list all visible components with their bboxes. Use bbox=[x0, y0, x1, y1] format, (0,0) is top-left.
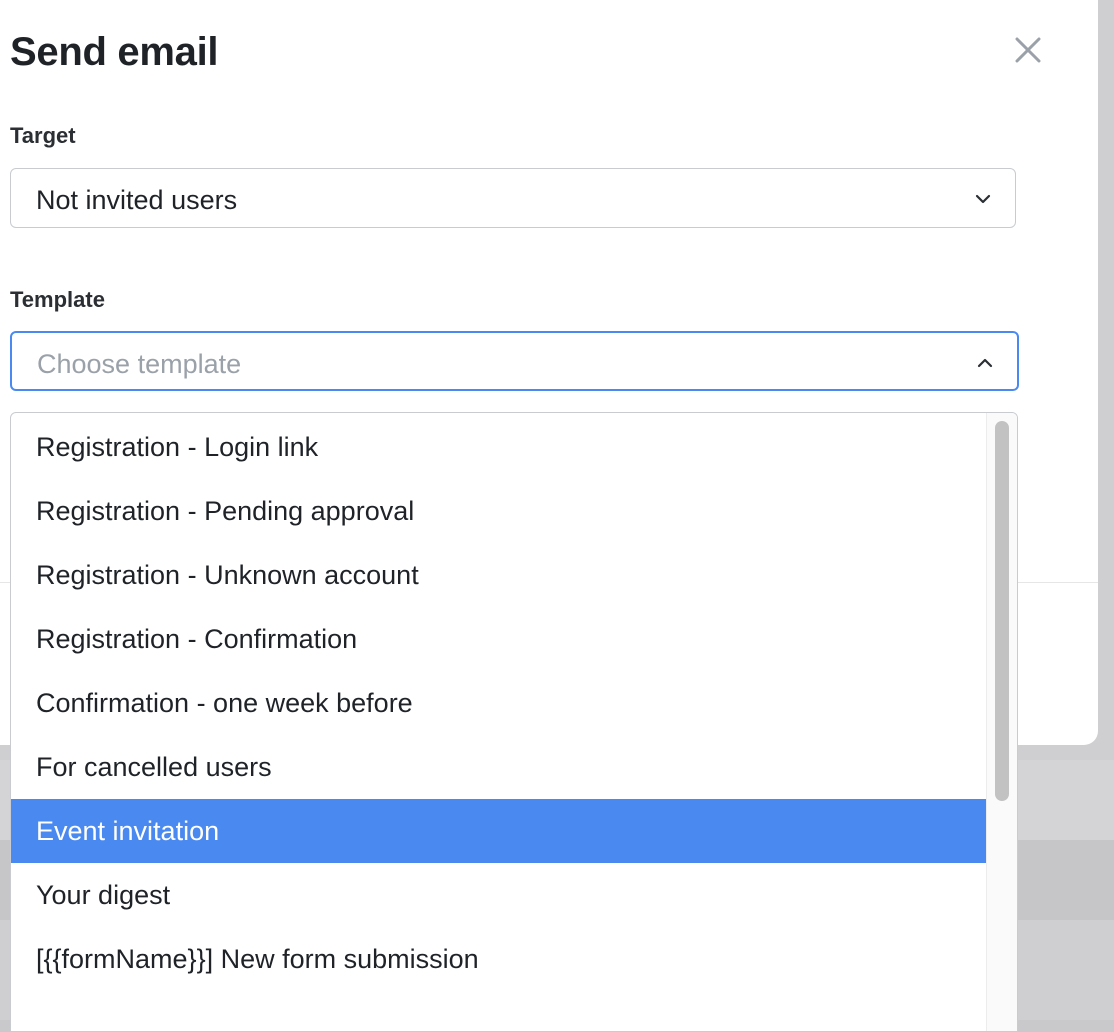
menu-item[interactable]: Confirmation - one week before bbox=[11, 671, 986, 735]
menu-item[interactable]: Registration - Pending approval bbox=[11, 479, 986, 543]
menu-item[interactable]: Registration - Login link bbox=[11, 415, 986, 479]
scrollbar-thumb[interactable] bbox=[995, 421, 1009, 801]
modal-title: Send email bbox=[10, 30, 219, 74]
chevron-down-icon bbox=[975, 194, 991, 204]
template-label: Template bbox=[10, 287, 105, 312]
target-select-value: Not invited users bbox=[36, 185, 238, 215]
menu-item[interactable]: Your digest bbox=[11, 863, 986, 927]
template-dropdown-menu[interactable]: Registration - Login link Registration -… bbox=[10, 412, 1018, 1032]
target-select[interactable]: Not invited users bbox=[10, 168, 1016, 228]
target-label: Target bbox=[10, 123, 76, 148]
dropdown-scrollbar[interactable] bbox=[986, 413, 1017, 1031]
template-select[interactable]: Choose template bbox=[10, 331, 1019, 391]
menu-item-highlighted[interactable]: Event invitation bbox=[11, 799, 986, 863]
menu-item[interactable]: For cancelled users bbox=[11, 735, 986, 799]
template-select-placeholder: Choose template bbox=[37, 349, 242, 379]
menu-item[interactable]: Registration - Confirmation bbox=[11, 607, 986, 671]
close-icon[interactable] bbox=[1010, 32, 1046, 68]
chevron-up-icon bbox=[977, 358, 993, 368]
menu-item[interactable]: Registration - Unknown account bbox=[11, 543, 986, 607]
menu-item[interactable]: [{{formName}}] New form submission bbox=[11, 927, 986, 991]
